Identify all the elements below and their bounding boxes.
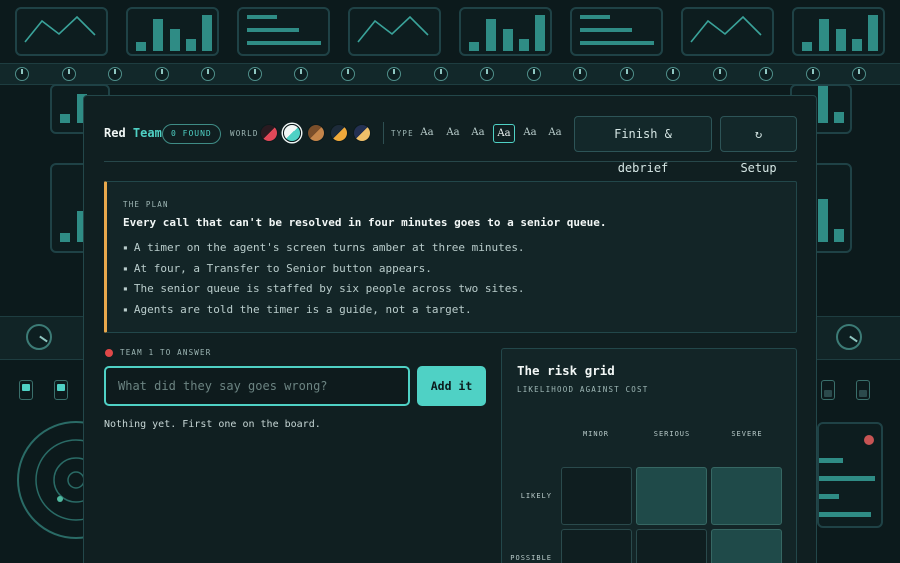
risk-cell-likely-minor[interactable]	[561, 467, 632, 525]
team-to-answer-label: TEAM 1 TO ANSWER	[120, 348, 212, 357]
risk-grid-subtitle: LIKELIHOOD AGAINST COST	[517, 385, 649, 394]
bg-monitor-bars	[459, 7, 552, 56]
toggle-switch-icon	[856, 380, 870, 400]
knob-icon	[341, 67, 355, 81]
risk-row-likely: LIKELY	[520, 492, 552, 500]
type-option-1[interactable]: Aa	[416, 124, 438, 143]
plan-bullet: At four, a Transfer to Senior button app…	[123, 259, 525, 280]
answer-input[interactable]	[104, 366, 410, 406]
brand-team: Team	[132, 126, 162, 140]
plan-card: THE PLAN Every call that can't be resolv…	[104, 181, 797, 333]
knob-icon	[248, 67, 262, 81]
risk-grid-card: The risk grid LIKELIHOOD AGAINST COST MI…	[501, 348, 797, 563]
knob-icon	[713, 67, 727, 81]
risk-cell-possible-severe[interactable]	[711, 529, 782, 563]
type-option-4[interactable]: Aa	[493, 124, 515, 143]
plan-bullet: A timer on the agent's screen turns ambe…	[123, 238, 525, 259]
toggle-switch-icon	[821, 380, 835, 400]
knob-icon	[387, 67, 401, 81]
world-swatch-amber[interactable]	[330, 124, 348, 142]
bg-monitor-list	[570, 7, 663, 56]
dial-icon	[836, 324, 862, 350]
type-option-2[interactable]: Aa	[442, 124, 464, 143]
risk-col-severe: SEVERE	[731, 430, 763, 438]
toolbar-divider	[383, 122, 384, 144]
bg-readout	[817, 422, 883, 528]
risk-row-possible: POSSIBLE	[510, 554, 552, 562]
knob-icon	[573, 67, 587, 81]
knob-icon	[62, 67, 76, 81]
knob-icon	[434, 67, 448, 81]
risk-grid-title: The risk grid	[517, 363, 615, 378]
risk-cell-possible-serious[interactable]	[636, 529, 707, 563]
knob-icon	[527, 67, 541, 81]
bg-monitor-bars	[126, 7, 219, 56]
bg-monitor-line	[348, 7, 441, 56]
knob-icon	[666, 67, 680, 81]
knob-icon	[294, 67, 308, 81]
knob-icon	[759, 67, 773, 81]
world-label: WORLD	[230, 129, 259, 138]
type-option-5[interactable]: Aa	[519, 124, 541, 143]
knob-icon	[108, 67, 122, 81]
risk-col-minor: MINOR	[582, 430, 610, 438]
main-panel: Red Team 0 FOUND WORLD TYPE Aa Aa Aa Aa …	[83, 95, 817, 563]
knob-icon	[806, 67, 820, 81]
plan-bullet: The senior queue is staffed by six peopl…	[123, 279, 525, 300]
risk-cell-likely-serious[interactable]	[636, 467, 707, 525]
finish-debrief-button[interactable]: Finish & debrief	[574, 116, 712, 175]
setup-button[interactable]: ↻ Setup	[720, 116, 797, 175]
risk-cell-possible-minor[interactable]	[561, 529, 632, 563]
knob-icon	[201, 67, 215, 81]
plan-bullets: A timer on the agent's screen turns ambe…	[123, 238, 525, 320]
bg-monitor-line	[681, 7, 774, 56]
empty-answers-note: Nothing yet. First one on the board.	[104, 419, 321, 430]
radar-icon	[17, 421, 86, 539]
world-swatch-sand[interactable]	[353, 124, 371, 142]
add-it-button[interactable]: Add it	[417, 366, 486, 406]
plan-headline: Every call that can't be resolved in fou…	[123, 216, 607, 229]
knob-icon	[852, 67, 866, 81]
plan-bullet: Agents are told the timer is a guide, no…	[123, 300, 525, 321]
type-label: TYPE	[391, 129, 414, 138]
world-swatch-teal[interactable]	[283, 124, 301, 142]
world-swatch-red[interactable]	[260, 124, 278, 142]
knob-icon	[15, 67, 29, 81]
dial-icon	[26, 324, 52, 350]
knob-icon	[480, 67, 494, 81]
world-swatch-copper[interactable]	[307, 124, 325, 142]
knob-icon	[620, 67, 634, 81]
bg-monitor-line	[15, 7, 108, 56]
bg-monitor-list	[237, 7, 330, 56]
type-option-6[interactable]: Aa	[544, 124, 566, 143]
team-indicator-dot	[105, 349, 113, 357]
plan-eyebrow: THE PLAN	[123, 200, 169, 209]
brand: Red Team	[104, 126, 162, 140]
knob-icon	[155, 67, 169, 81]
top-toolbar: Red Team 0 FOUND WORLD TYPE Aa Aa Aa Aa …	[104, 116, 797, 175]
brand-red: Red	[104, 126, 126, 140]
type-option-3[interactable]: Aa	[467, 124, 489, 143]
toggle-switch-icon	[19, 380, 33, 400]
risk-col-serious: SERIOUS	[653, 430, 691, 438]
bg-knob-strip	[0, 63, 900, 85]
risk-cell-likely-severe[interactable]	[711, 467, 782, 525]
found-count-badge: 0 FOUND	[162, 124, 221, 144]
toggle-switch-icon	[54, 380, 68, 400]
bg-monitor-bars	[792, 7, 885, 56]
